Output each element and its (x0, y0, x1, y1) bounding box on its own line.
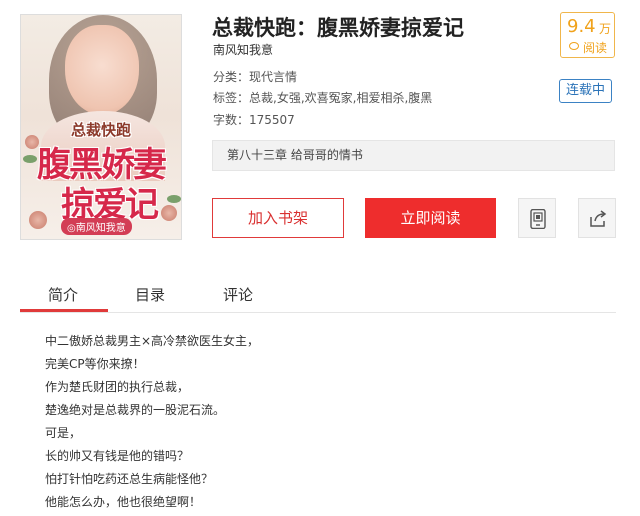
share-icon (590, 210, 607, 227)
intro-line: 可是， (45, 426, 82, 440)
tab-catalog[interactable]: 目录 (135, 284, 165, 305)
book-category: 分类：现代言情 (213, 70, 298, 84)
book-cover[interactable]: 总裁快跑 腹黑娇妻 掠爱记 ◎南风知我意 (20, 14, 182, 240)
intro-line: 怕打针怕吃药还总生病能怪他？ (45, 472, 214, 486)
read-now-button[interactable]: 立即阅读 (365, 198, 496, 238)
intro-line: 作为楚氏财团的执行总裁， (45, 380, 190, 394)
cover-face (65, 25, 139, 115)
book-title: 总裁快跑：腹黑娇妻掠爱记 (212, 16, 464, 40)
read-count-label: 阅读 (583, 41, 608, 55)
intro-line: 他能怎么办，他也很绝望啊！ (45, 495, 202, 509)
tab-intro[interactable]: 简介 (48, 284, 78, 305)
latest-chapter-link[interactable]: 第八十三章 给哥哥的情书 (212, 140, 615, 171)
book-word-count: 字数：175507 (213, 113, 295, 127)
mobile-read-button[interactable] (518, 198, 556, 238)
intro-line: 楚逸绝对是总裁界的一股泥石流。 (45, 403, 226, 417)
intro-line: 长的帅又有钱是他的错吗？ (45, 449, 190, 463)
share-button[interactable] (578, 198, 616, 238)
active-tab-indicator (20, 309, 108, 312)
tab-comments[interactable]: 评论 (223, 284, 253, 305)
book-author[interactable]: 南风知我意 (213, 41, 273, 58)
mobile-qr-icon (530, 209, 546, 229)
add-to-shelf-button[interactable]: 加入书架 (212, 198, 344, 238)
eye-icon (569, 42, 579, 50)
book-intro: 中二傲娇总裁男主×高冷禁欲医生女主， 完美CP等你来撩！ 作为楚氏财团的执行总裁… (45, 332, 259, 516)
book-tags: 标签：总裁,女强,欢喜冤家,相爱相杀,腹黑 (213, 91, 433, 105)
read-count-badge: 9.4 万 阅读 (560, 12, 615, 58)
tab-bar: 简介 目录 评论 (20, 280, 616, 313)
cover-author-tag: ◎南风知我意 (61, 218, 132, 235)
read-count-unit: 万 (599, 22, 612, 36)
read-count-value: 9.4 (567, 16, 596, 37)
intro-line: 完美CP等你来撩！ (45, 357, 145, 371)
intro-line: 中二傲娇总裁男主×高冷禁欲医生女主， (45, 334, 260, 348)
status-badge: 连载中 (559, 79, 612, 103)
